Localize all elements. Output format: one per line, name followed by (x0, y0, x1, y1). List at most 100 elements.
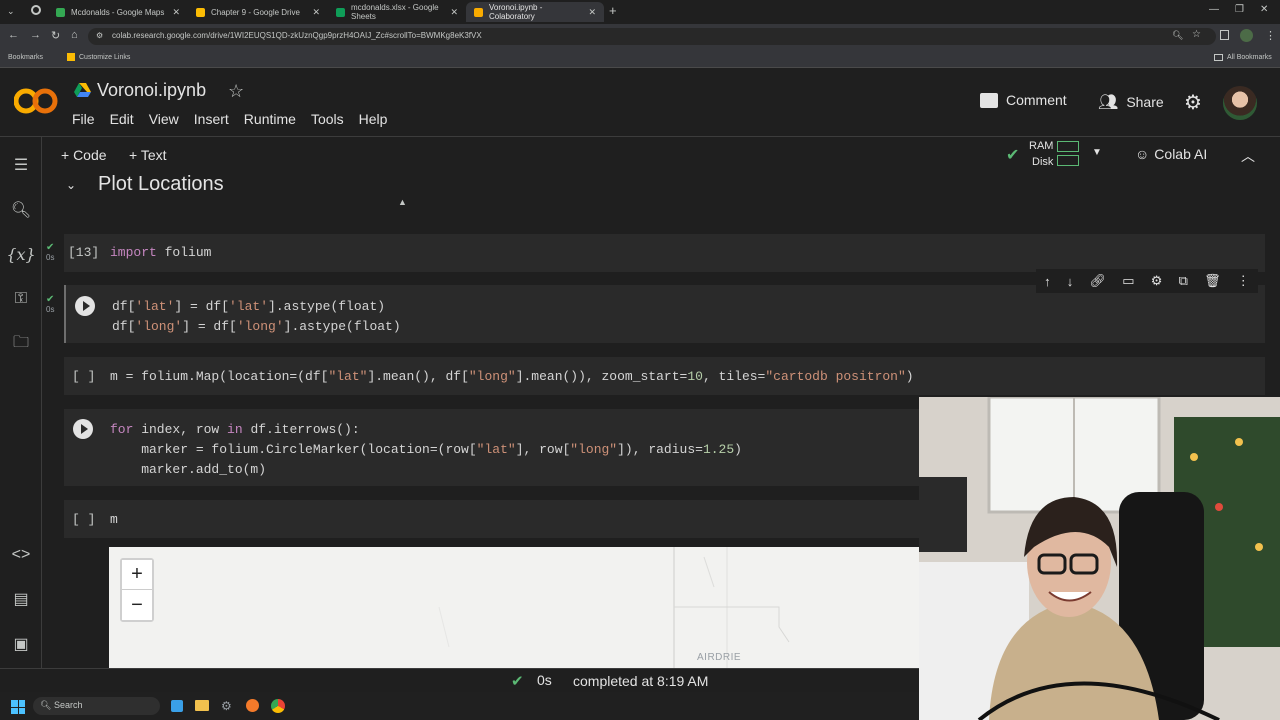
cell-code[interactable]: m (110, 512, 118, 527)
comment-icon[interactable]: ▭ (1122, 273, 1134, 289)
sidepanel-icon[interactable] (1220, 30, 1229, 40)
maps-favicon-icon (56, 7, 65, 17)
share-button[interactable]: 👥︎ Share (1098, 92, 1164, 112)
address-bar[interactable]: ⚙ colab.research.google.com/drive/1WI2EU… (88, 28, 1216, 45)
windows-start-icon[interactable] (11, 700, 25, 714)
menu-file[interactable]: File (72, 111, 95, 127)
tab-google-sheets[interactable]: mcdonalds.xlsx - Google Sheets ✕ (328, 2, 466, 22)
taskbar-search-label: Search (54, 700, 83, 710)
bookmarks-folder[interactable]: Bookmarks (8, 54, 43, 61)
cell-2-status: ✔ 0s (46, 294, 54, 314)
files-folder-icon[interactable]: 🗀 (9, 332, 33, 356)
cell-toolbar: ↑ ↓ 🔗︎ ▭ ⚙ ⧉ 🗑︎ ⋮ (1036, 269, 1258, 293)
search-icon[interactable]: 🔍︎ (9, 198, 33, 222)
close-tab-icon[interactable]: ✕ (172, 7, 180, 18)
variables-icon[interactable]: {x} (6, 242, 35, 266)
move-up-icon[interactable]: ↑ (1044, 274, 1051, 289)
close-window-icon[interactable]: ✕ (1260, 4, 1268, 15)
tab-label: Mcdonalds - Google Maps (71, 7, 165, 17)
cell-settings-icon[interactable]: ⚙ (1151, 273, 1163, 289)
taskbar-app-firefox-icon[interactable] (246, 699, 259, 712)
minimize-icon[interactable]: — (1209, 4, 1219, 15)
home-icon[interactable]: ⌂ (71, 29, 78, 41)
tab-google-maps[interactable]: Mcdonalds - Google Maps ✕ (48, 2, 188, 22)
notebook-title[interactable]: Voronoi.ipynb (97, 80, 206, 101)
menu-insert[interactable]: Insert (194, 111, 229, 127)
runtime-dropdown-icon[interactable]: ▼ (1092, 147, 1102, 158)
taskbar-app-explorer-icon[interactable] (195, 700, 209, 711)
colab-favicon-icon (474, 7, 483, 17)
table-of-contents-icon[interactable]: ☰ (9, 153, 33, 177)
taskbar-search[interactable]: 🔍︎ Search (33, 697, 160, 715)
taskbar-app-vscode-icon[interactable] (171, 700, 183, 712)
menu-tools[interactable]: Tools (311, 111, 344, 127)
site-info-icon[interactable]: ⚙ (96, 31, 103, 40)
ram-meter[interactable] (1057, 141, 1079, 152)
zoom-icon[interactable]: 🔍︎ (1172, 30, 1183, 41)
browser-menu-icon[interactable]: ⋮ (1265, 29, 1276, 42)
status-completed: completed at 8:19 AM (573, 673, 709, 689)
taskbar-app-settings-icon[interactable]: ⚙ (221, 699, 232, 713)
link-icon[interactable]: 🔗︎ (1090, 273, 1107, 289)
colab-logo[interactable] (13, 86, 58, 116)
settings-gear-icon[interactable]: ⚙ (1184, 90, 1202, 115)
taskbar-app-chrome-icon[interactable] (271, 699, 285, 713)
menu-help[interactable]: Help (359, 111, 388, 127)
maximize-icon[interactable]: ❐ (1235, 4, 1244, 15)
close-tab-icon[interactable]: ✕ (588, 7, 596, 18)
mirror-cell-icon[interactable]: ⧉ (1179, 273, 1188, 289)
add-text-button[interactable]: + Text (129, 147, 167, 163)
cell-code[interactable]: for index, row in df.iterrows(): marker … (110, 420, 742, 480)
code-snippets-icon[interactable]: <> (9, 543, 33, 567)
colab-ai-button[interactable]: ☺ Colab AI (1135, 146, 1207, 162)
add-code-button[interactable]: + Code (61, 147, 107, 163)
zoom-out-button[interactable]: − (122, 590, 152, 620)
close-tab-icon[interactable]: ✕ (312, 7, 320, 18)
cell-code[interactable]: df['lat'] = df['lat'].astype(float) df['… (112, 297, 401, 337)
forward-icon[interactable]: → (30, 29, 41, 41)
user-avatar[interactable] (1223, 86, 1257, 120)
reload-icon[interactable]: ↻ (51, 29, 60, 42)
zoom-in-button[interactable]: + (122, 560, 152, 590)
status-duration[interactable]: 0s (537, 672, 552, 688)
code-cell-map[interactable]: [ ] m = folium.Map(location=(df["lat"].m… (64, 357, 1265, 395)
tab-colab[interactable]: Voronoi.ipynb - Colaboratory ✕ (466, 2, 604, 22)
tab-google-drive[interactable]: Chapter 9 - Google Drive ✕ (188, 2, 328, 22)
code-cell-astype[interactable]: df['lat'] = df['lat'].astype(float) df['… (64, 285, 1265, 343)
browser-tabstrip: ⌄ Mcdonalds - Google Maps ✕ Chapter 9 - … (0, 0, 1280, 24)
secrets-key-icon[interactable]: ⚿ (9, 287, 33, 311)
check-icon: ✔ (46, 294, 55, 305)
cell-code[interactable]: m = folium.Map(location=(df["lat"].mean(… (110, 369, 914, 384)
menu-view[interactable]: View (149, 111, 179, 127)
menu-runtime[interactable]: Runtime (244, 111, 296, 127)
folium-map-output[interactable]: + − (109, 547, 919, 668)
close-tab-icon[interactable]: ✕ (450, 7, 458, 18)
ram-label: RAM (1029, 140, 1054, 152)
move-down-icon[interactable]: ↓ (1067, 274, 1074, 289)
bookmark-star-icon[interactable]: ☆ (1192, 29, 1201, 40)
run-cell-button[interactable] (75, 296, 95, 316)
new-tab-button[interactable]: + (609, 3, 617, 18)
comment-button[interactable]: Comment (980, 92, 1067, 108)
section-collapse-icon[interactable]: ⌄ (66, 178, 76, 192)
chrome-icon (31, 5, 41, 15)
all-bookmarks[interactable]: All Bookmarks (1227, 54, 1272, 61)
url-text: colab.research.google.com/drive/1WI2EUQS… (112, 31, 482, 40)
customize-links[interactable]: Customize Links (79, 54, 130, 61)
menu-edit[interactable]: Edit (110, 111, 134, 127)
command-palette-icon[interactable]: ▤ (9, 587, 33, 611)
run-cell-button[interactable] (73, 419, 93, 439)
cell-code[interactable]: import folium (110, 245, 211, 260)
collapse-header-icon[interactable]: ︿ (1241, 146, 1255, 166)
webcam-overlay (919, 397, 1280, 720)
more-options-icon[interactable]: ⋮ (1237, 273, 1250, 289)
code-cell-import[interactable]: [13] import folium (64, 234, 1265, 272)
tab-search-icon[interactable]: ⌄ (7, 6, 15, 17)
terminal-icon[interactable]: ▣ (9, 632, 33, 656)
disk-meter[interactable] (1057, 155, 1079, 166)
section-heading: Plot Locations (98, 173, 224, 195)
back-icon[interactable]: ← (8, 29, 19, 41)
delete-icon[interactable]: 🗑︎ (1204, 273, 1221, 289)
star-icon[interactable]: ☆ (228, 81, 244, 102)
profile-avatar-small[interactable] (1240, 29, 1253, 42)
